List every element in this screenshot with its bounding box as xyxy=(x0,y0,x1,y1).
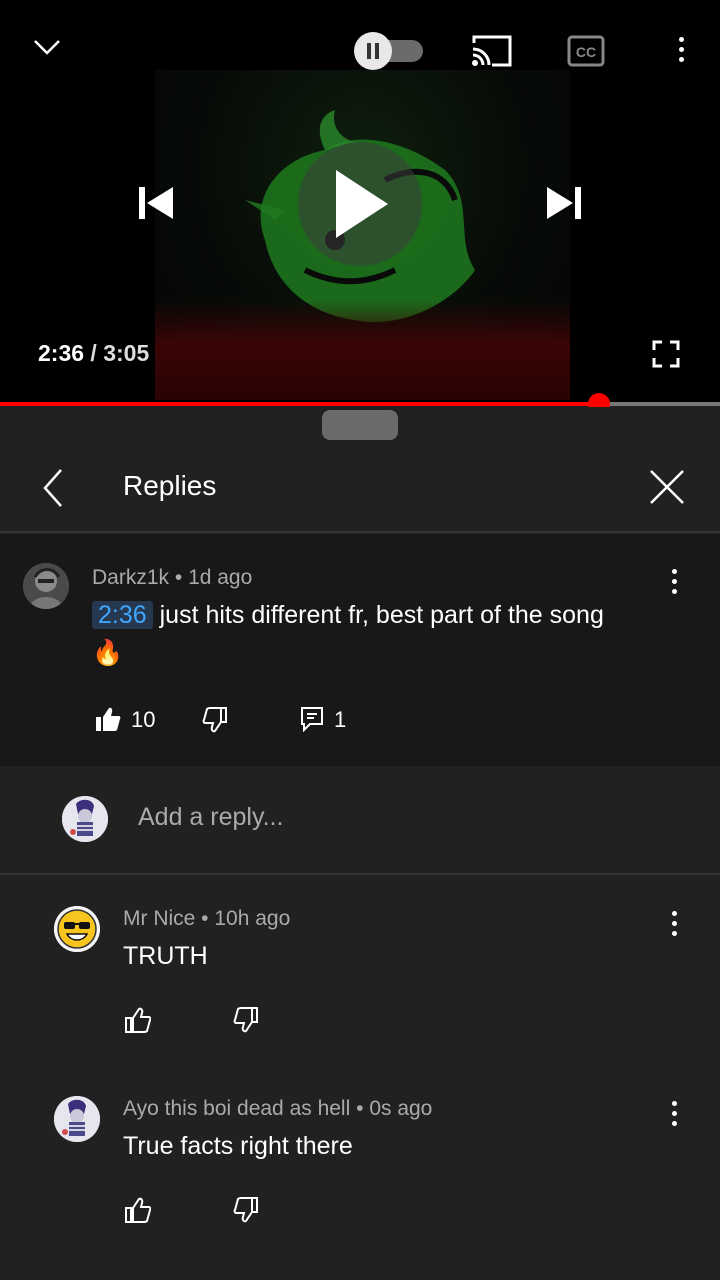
reply-text: True facts right there xyxy=(123,1132,353,1160)
reply-box-divider xyxy=(0,873,720,875)
reply-author[interactable]: Mr Nice xyxy=(123,907,195,930)
time-separator: / xyxy=(84,340,104,366)
comment-author[interactable]: Darkz1k xyxy=(92,566,169,589)
like-icon[interactable] xyxy=(124,1006,152,1034)
captions-icon[interactable]: CC xyxy=(566,33,606,69)
header-divider xyxy=(0,531,720,533)
reply-text: TRUTH xyxy=(123,942,208,970)
next-video-icon[interactable] xyxy=(542,180,588,226)
reply-count-icon[interactable] xyxy=(298,705,326,733)
comment-more-options-icon[interactable] xyxy=(669,569,679,594)
progress-fill xyxy=(0,402,600,406)
add-reply-input[interactable]: Add a reply... xyxy=(138,803,283,832)
reply-count: 1 xyxy=(334,707,347,732)
dislike-icon[interactable] xyxy=(201,706,229,734)
reply-meta: Mr Nice • 10h ago xyxy=(123,907,291,930)
video-thumbnail-red-glow xyxy=(155,300,570,400)
reply-age: 0s ago xyxy=(369,1097,433,1120)
reply-author[interactable]: Ayo this boi dead as hell xyxy=(123,1097,350,1120)
close-icon[interactable] xyxy=(646,466,688,508)
timestamp-link[interactable]: 2:36 xyxy=(92,601,153,629)
dislike-icon[interactable] xyxy=(232,1006,260,1034)
sheet-title: Replies xyxy=(123,470,217,501)
like-icon[interactable] xyxy=(94,704,122,734)
previous-video-icon[interactable] xyxy=(132,180,178,226)
back-arrow-icon[interactable] xyxy=(38,466,68,510)
cast-icon[interactable] xyxy=(470,32,514,70)
reply-more-options-icon[interactable] xyxy=(669,911,679,936)
comment-body: just hits different fr, best part of the… xyxy=(152,601,604,629)
reply-age: 10h ago xyxy=(214,907,291,930)
playback-time: 2:36 / 3:05 xyxy=(38,340,149,367)
comment-emoji: 🔥 xyxy=(92,639,124,667)
sheet-drag-handle[interactable] xyxy=(322,410,398,440)
comment-age: 1d ago xyxy=(188,566,253,589)
dislike-icon[interactable] xyxy=(232,1196,260,1224)
avatar xyxy=(54,1096,100,1142)
fullscreen-icon[interactable] xyxy=(650,339,682,369)
play-button[interactable] xyxy=(298,142,422,266)
comment-text: 2:36 just hits different fr, best part o… xyxy=(92,596,682,672)
like-icon[interactable] xyxy=(124,1196,152,1224)
current-time: 2:36 xyxy=(38,340,85,366)
like-count: 10 xyxy=(131,707,156,732)
user-avatar xyxy=(62,796,108,842)
minimize-chevron-icon[interactable] xyxy=(30,30,64,64)
svg-text:CC: CC xyxy=(576,44,596,60)
comment-meta: Darkz1k • 1d ago xyxy=(92,566,253,589)
video-duration: 3:05 xyxy=(103,340,150,366)
reply-meta: Ayo this boi dead as hell • 0s ago xyxy=(123,1097,433,1120)
avatar xyxy=(54,906,100,952)
reply-more-options-icon[interactable] xyxy=(669,1101,679,1126)
video-player[interactable]: CC 2:36 / 3:05 xyxy=(0,0,720,405)
avatar xyxy=(23,563,69,609)
autoplay-toggle[interactable] xyxy=(353,30,425,72)
player-more-options-icon[interactable] xyxy=(676,37,686,62)
